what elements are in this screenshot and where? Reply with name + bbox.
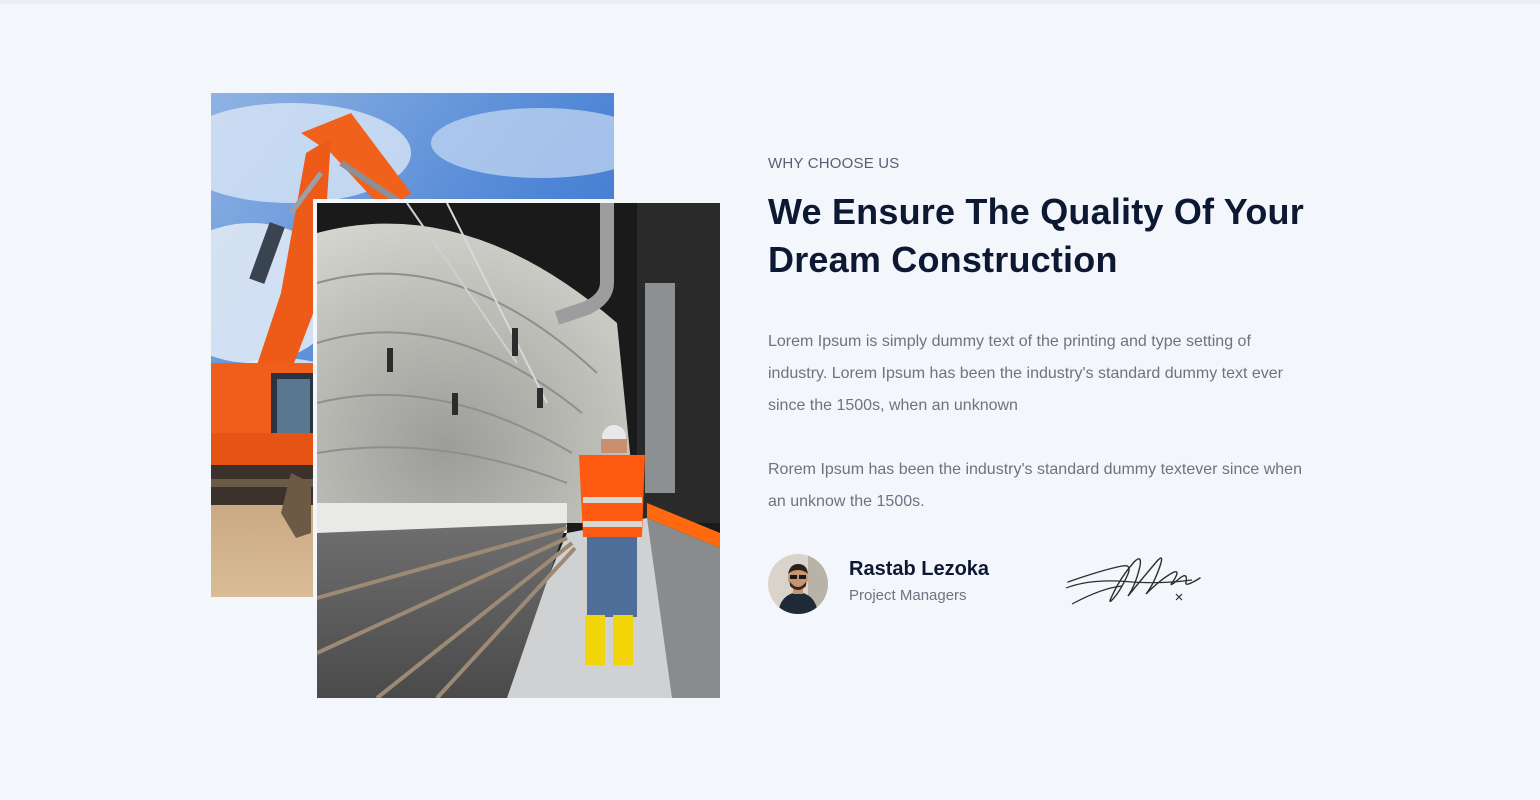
author-avatar bbox=[768, 554, 828, 614]
body-paragraph-2: Rorem Ipsum has been the industry's stan… bbox=[768, 461, 1302, 510]
author-name: Rastab Lezoka bbox=[849, 558, 990, 580]
section-eyebrow: WHY CHOOSE US bbox=[768, 155, 900, 172]
top-divider bbox=[0, 0, 1540, 4]
signature-image bbox=[1062, 548, 1202, 610]
author-role: Project Managers bbox=[849, 587, 967, 604]
section-heading: We Ensure The Quality Of Your Dream Cons… bbox=[768, 191, 1304, 280]
tunnel-worker-photo bbox=[313, 199, 720, 698]
body-paragraph-1: Lorem Ipsum is simply dummy text of the … bbox=[768, 333, 1283, 414]
